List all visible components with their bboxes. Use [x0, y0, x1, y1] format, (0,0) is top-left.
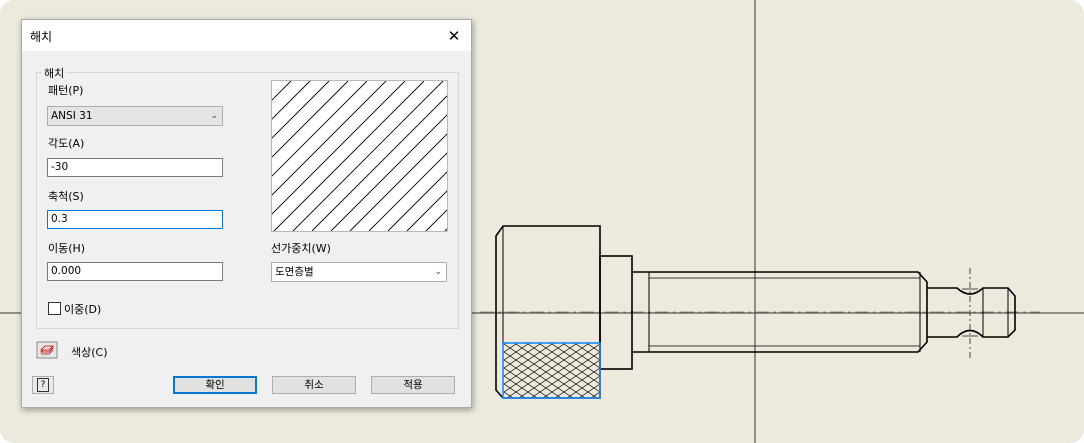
offset-input[interactable]: 0.000	[47, 262, 223, 281]
help-icon: ?	[37, 378, 49, 392]
color-label: 색상(C)	[71, 346, 108, 359]
chevron-down-icon: ⌄	[210, 111, 218, 121]
preview-hatch-line	[387, 171, 447, 231]
pattern-select[interactable]: ANSI 31 ⌄	[47, 106, 223, 126]
preview-hatch-line	[311, 95, 447, 231]
double-label: 이중(D)	[64, 303, 102, 316]
hatch-dialog: 해치 ✕ 해치 패턴(P) ANSI 31 ⌄ 각도(A) -30 축척(S) …	[21, 19, 472, 408]
help-button[interactable]: ?	[32, 376, 54, 394]
double-checkbox[interactable]	[48, 302, 61, 315]
preview-hatch-line	[444, 228, 447, 231]
title-bar[interactable]: 해치 ✕	[22, 20, 471, 51]
preview-hatch-line	[292, 81, 444, 231]
preview-hatch-lines	[272, 81, 447, 231]
chevron-down-icon: ⌄	[434, 267, 442, 277]
preview-hatch-line	[368, 152, 447, 231]
hatch-region[interactable]	[502, 342, 601, 399]
preview-hatch-line	[272, 81, 349, 158]
preview-hatch-line	[349, 133, 447, 231]
group-label: 해치	[42, 65, 67, 81]
preview-hatch-line	[273, 81, 425, 231]
layers-color-icon[interactable]	[36, 341, 58, 359]
angle-label: 각도(A)	[48, 137, 85, 150]
preview-hatch-line	[272, 81, 387, 196]
pattern-preview	[271, 80, 448, 232]
lineweight-select[interactable]: 도면층별 ⌄	[271, 262, 447, 282]
preview-hatch-line	[406, 190, 447, 231]
pattern-value: ANSI 31	[51, 110, 93, 122]
preview-hatch-line	[272, 81, 330, 139]
lineweight-value: 도면층별	[275, 266, 314, 278]
angle-input[interactable]: -30	[47, 158, 223, 177]
close-icon[interactable]: ✕	[443, 25, 465, 47]
preview-hatch-line	[272, 81, 368, 177]
cancel-button[interactable]: 취소	[272, 376, 356, 394]
apply-button[interactable]: 적용	[371, 376, 455, 394]
scale-label: 축척(S)	[48, 190, 84, 203]
scale-input[interactable]: 0.3	[47, 210, 223, 229]
ok-button[interactable]: 확인	[173, 376, 257, 394]
offset-label: 이동(H)	[48, 242, 86, 255]
dialog-title: 해치	[30, 30, 53, 44]
pattern-label: 패턴(P)	[48, 84, 84, 97]
lineweight-label: 선가중치(W)	[271, 242, 331, 255]
preview-hatch-line	[272, 81, 292, 101]
